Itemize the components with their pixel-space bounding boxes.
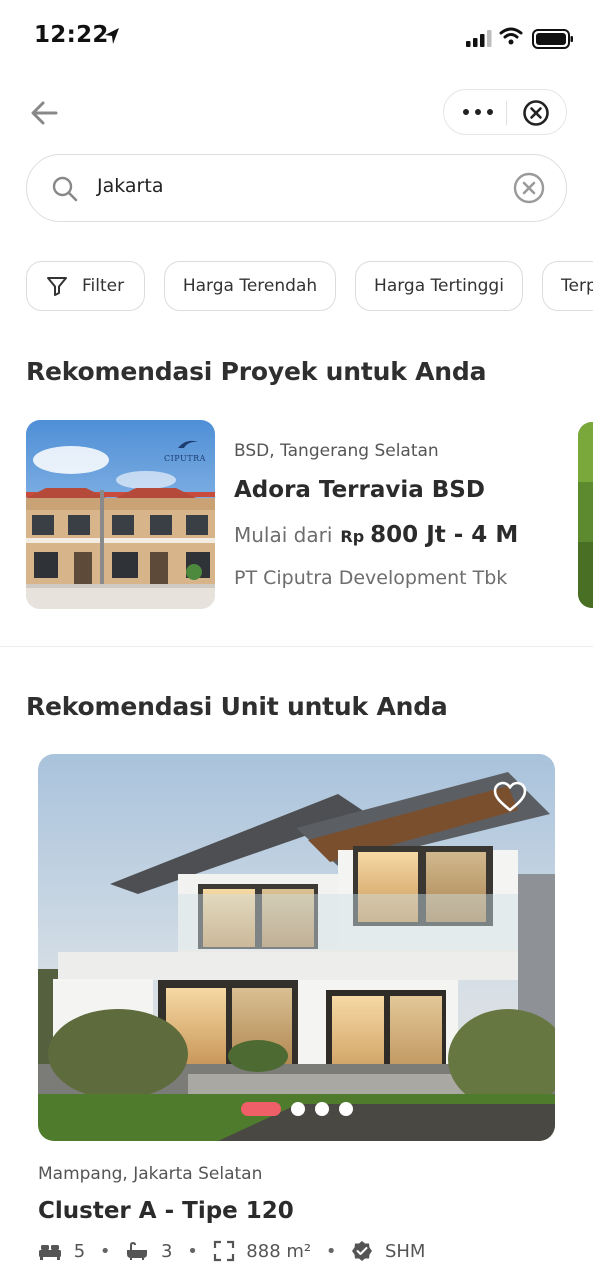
project-image[interactable]: CIPUTRA: [26, 420, 215, 609]
unit-specs: 5 • 3 • 888 m² • SHM: [38, 1240, 425, 1266]
sort-more-label: Terp: [561, 276, 593, 296]
filter-funnel-icon: [47, 277, 67, 296]
bedroom-count: 5: [73, 1240, 86, 1262]
filter-chip[interactable]: Filter: [26, 261, 145, 311]
sort-lowest-price-label: Harga Terendah: [182, 276, 318, 296]
section-title-units: Rekomendasi Unit untuk Anda: [26, 692, 448, 721]
carousel-indicator-dot[interactable]: [315, 1102, 329, 1116]
capsule-divider: [506, 101, 507, 125]
section-divider: [0, 646, 593, 647]
location-arrow-icon: [105, 28, 119, 44]
favorite-heart-icon[interactable]: [492, 780, 528, 814]
price-prefix: Mulai dari: [234, 523, 333, 547]
wifi-icon: [499, 27, 523, 45]
unit-name[interactable]: Cluster A - Tipe 120: [38, 1198, 294, 1224]
price-range: 800 Jt - 4 M: [370, 522, 519, 548]
spec-separator: •: [325, 1240, 337, 1262]
spec-separator: •: [99, 1240, 111, 1262]
unit-location: Mampang, Jakarta Selatan: [38, 1164, 263, 1184]
filter-chips-row: Filter Harga Terendah Harga Tertinggi Te…: [26, 261, 593, 313]
cellular-signal-icon: [466, 30, 492, 47]
sort-highest-price-chip[interactable]: Harga Tertinggi: [355, 261, 523, 311]
back-arrow-icon[interactable]: [28, 96, 62, 130]
carousel-indicator-dot[interactable]: [291, 1102, 305, 1116]
area-expand-icon: [213, 1240, 234, 1262]
status-bar: 12:22: [0, 0, 593, 76]
carousel-indicator-active[interactable]: [241, 1102, 281, 1116]
unit-certificate: SHM: [384, 1240, 426, 1262]
bathtub-icon: [127, 1241, 148, 1260]
sort-more-chip[interactable]: Terp: [542, 261, 593, 311]
section-title-projects: Rekomendasi Proyek untuk Anda: [26, 357, 487, 386]
unit-area: 888 m²: [246, 1240, 312, 1262]
spec-separator: •: [187, 1240, 198, 1262]
bed-icon: [39, 1245, 61, 1260]
close-circle-icon[interactable]: [522, 99, 550, 127]
sort-highest-price-label: Harga Tertinggi: [374, 276, 504, 296]
project-developer: PT Ciputra Development Tbk: [234, 567, 508, 589]
search-bar[interactable]: Jakarta: [26, 154, 567, 222]
bathroom-count: 3: [161, 1240, 173, 1262]
battery-icon: [532, 29, 573, 49]
price-currency: Rp: [340, 527, 365, 546]
verified-badge-icon: [352, 1241, 373, 1261]
sort-lowest-price-chip[interactable]: Harga Terendah: [164, 261, 336, 311]
search-icon: [52, 176, 78, 202]
more-options-icon[interactable]: [462, 104, 494, 120]
project-name[interactable]: Adora Terravia BSD: [234, 477, 485, 503]
mini-app-capsule: [443, 89, 567, 135]
project-location: BSD, Tangerang Selatan: [234, 441, 439, 461]
filter-chip-label: Filter: [82, 276, 125, 296]
ciputra-logo-text: CIPUTRA: [164, 454, 206, 463]
carousel-indicator-dot[interactable]: [339, 1102, 353, 1116]
unit-image[interactable]: [38, 754, 555, 1141]
status-time: 12:22: [34, 22, 109, 48]
clear-search-icon[interactable]: [513, 172, 545, 204]
project-price: Mulai dari Rp 800 Jt - 4 M: [234, 522, 518, 548]
next-project-image-peek[interactable]: [578, 422, 593, 608]
search-input[interactable]: Jakarta: [97, 175, 163, 197]
